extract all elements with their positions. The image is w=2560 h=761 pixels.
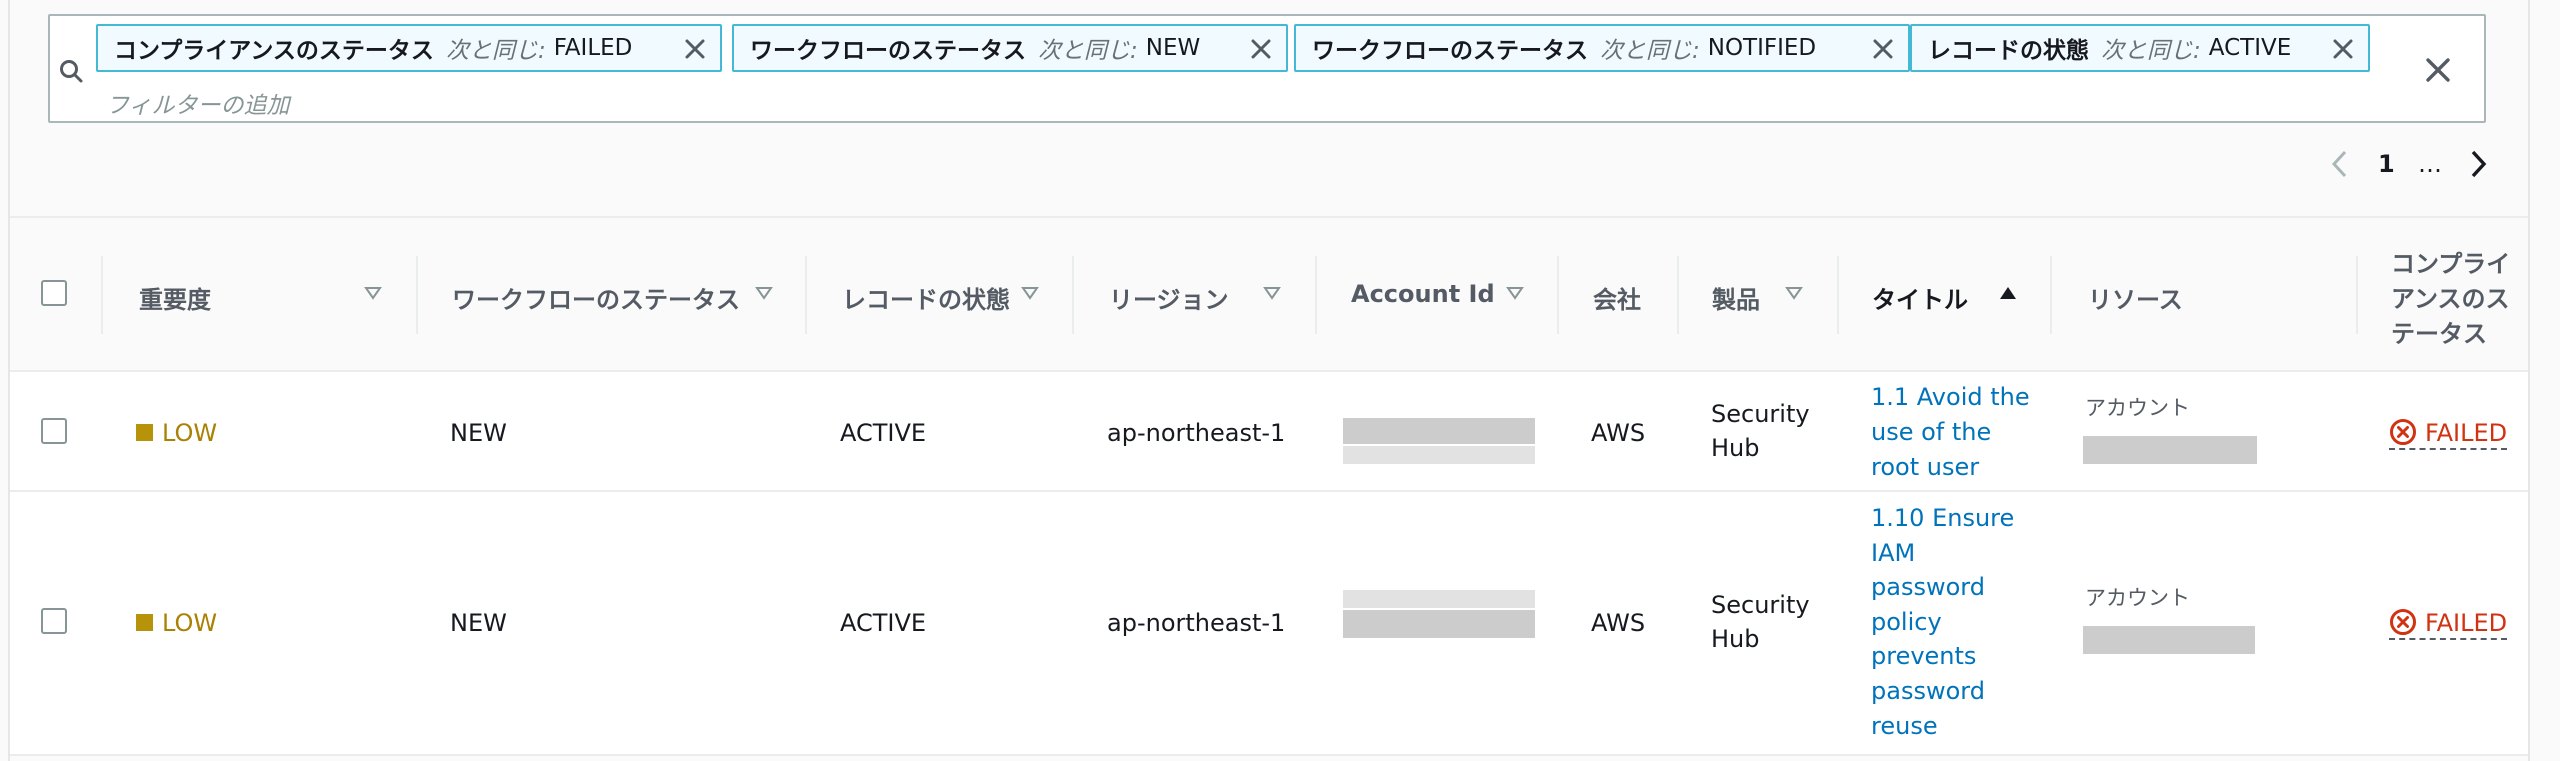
workflow-status: NEW xyxy=(450,609,507,637)
record-state: ACTIVE xyxy=(840,609,927,637)
select-all-checkbox[interactable] xyxy=(41,280,67,306)
column-separator xyxy=(1837,256,1839,334)
account-id-redacted xyxy=(1343,446,1535,464)
column-header-account-id[interactable]: Account Id xyxy=(1351,280,1495,308)
filter-token-value: FAILED xyxy=(553,35,633,61)
column-header-company: 会社 xyxy=(1593,286,1641,314)
remove-filter-icon[interactable] xyxy=(2332,38,2354,60)
resource-type: アカウント xyxy=(2085,586,2190,610)
column-separator xyxy=(1677,256,1679,334)
clear-filters-icon[interactable] xyxy=(2424,56,2452,84)
finding-title-link[interactable]: 1.1 Avoid the use of the root user xyxy=(1871,380,2030,485)
column-separator xyxy=(416,256,418,334)
product: Security Hub xyxy=(1711,400,1810,462)
filter-token-operator: 次と同じ: xyxy=(1600,38,1700,64)
column-header-resource: リソース xyxy=(2088,286,2183,314)
account-id-redacted xyxy=(1343,590,1535,608)
filter-token-workflow-new[interactable]: ワークフローのステータス 次と同じ: NEW xyxy=(732,24,1288,72)
column-header-severity[interactable]: 重要度 xyxy=(139,280,211,315)
account-id-redacted xyxy=(1343,610,1535,638)
filter-token-value: ACTIVE xyxy=(2208,35,2292,61)
column-separator xyxy=(2050,256,2052,334)
remove-filter-icon[interactable] xyxy=(1872,38,1894,60)
right-border xyxy=(2528,0,2530,761)
sort-ascending-icon[interactable] xyxy=(1999,286,2017,300)
column-header-compliance-line3: テータス xyxy=(2391,320,2487,348)
compliance-status[interactable]: FAILED xyxy=(2389,419,2508,450)
remove-filter-icon[interactable] xyxy=(1250,38,1272,60)
row-checkbox[interactable] xyxy=(41,608,67,634)
product: Security Hub xyxy=(1711,591,1810,653)
row-checkbox[interactable] xyxy=(41,418,67,444)
resource-type: アカウント xyxy=(2085,396,2190,420)
column-separator xyxy=(2356,256,2358,334)
filter-token-record-state[interactable]: レコードの状態 次と同じ: ACTIVE xyxy=(1910,24,2370,72)
next-page-icon[interactable] xyxy=(2468,149,2488,179)
column-header-workflow-status[interactable]: ワークフローのステータス xyxy=(452,280,740,315)
column-separator xyxy=(1315,256,1317,334)
sort-caret-icon[interactable] xyxy=(1021,286,1039,300)
filter-token-compliance[interactable]: コンプライアンスのステータス 次と同じ: FAILED xyxy=(96,24,722,72)
search-icon xyxy=(60,60,83,83)
finding-title-link[interactable]: 1.10 Ensure IAM password policy prevents… xyxy=(1871,501,2014,743)
filter-token-property: ワークフローのステータス xyxy=(750,38,1026,64)
severity-low-icon xyxy=(136,614,153,631)
resource-id-redacted xyxy=(2083,436,2257,464)
sort-caret-icon[interactable] xyxy=(1785,286,1803,300)
page-number-current[interactable]: 1 xyxy=(2378,150,2395,178)
filter-token-property: レコードの状態 xyxy=(1928,38,2089,64)
column-header-compliance-line2: アンスのス xyxy=(2391,285,2510,313)
sort-caret-icon[interactable] xyxy=(1506,286,1524,300)
record-state: ACTIVE xyxy=(840,419,927,447)
column-header-record-state[interactable]: レコードの状態 xyxy=(842,280,1010,315)
row-divider xyxy=(10,754,2528,756)
resource-id-redacted xyxy=(2083,626,2255,654)
filter-token-operator: 次と同じ: xyxy=(2101,38,2201,64)
company: AWS xyxy=(1591,419,1646,447)
column-header-title[interactable]: タイトル xyxy=(1872,280,1968,315)
column-separator xyxy=(101,256,103,334)
region: ap-northeast-1 xyxy=(1107,419,1286,447)
company: AWS xyxy=(1591,609,1646,637)
filter-token-operator: 次と同じ: xyxy=(445,38,546,64)
compliance-status[interactable]: FAILED xyxy=(2389,609,2508,640)
previous-page-icon[interactable] xyxy=(2330,149,2350,179)
account-id-redacted xyxy=(1343,418,1535,444)
severity-low-icon xyxy=(136,424,153,441)
column-separator xyxy=(1557,256,1559,334)
severity-label: LOW xyxy=(162,419,218,447)
sort-caret-icon[interactable] xyxy=(364,286,382,300)
filter-token-property: コンプライアンスのステータス xyxy=(114,38,434,64)
sort-caret-icon[interactable] xyxy=(755,286,773,300)
filter-input-placeholder[interactable]: フィルターの追加 xyxy=(106,86,290,120)
column-separator xyxy=(805,256,807,334)
filter-token-property: ワークフローのステータス xyxy=(1312,38,1588,64)
page-ellipsis: … xyxy=(2418,150,2442,178)
column-separator xyxy=(1072,256,1074,334)
filter-token-workflow-notified[interactable]: ワークフローのステータス 次と同じ: NOTIFIED xyxy=(1294,24,1910,72)
filter-token-value: NOTIFIED xyxy=(1707,35,1817,61)
security-hub-findings-page: コンプライアンスのステータス 次と同じ: FAILED ワークフローのステータス… xyxy=(0,0,2560,761)
sort-caret-icon[interactable] xyxy=(1263,286,1281,300)
filter-token-value: NEW xyxy=(1145,35,1201,61)
severity-label: LOW xyxy=(162,609,218,637)
column-header-region[interactable]: リージョン xyxy=(1109,280,1229,315)
region: ap-northeast-1 xyxy=(1107,609,1286,637)
column-header-compliance-line1: コンプライ xyxy=(2391,250,2511,278)
filter-token-operator: 次と同じ: xyxy=(1038,38,1138,64)
workflow-status: NEW xyxy=(450,419,507,447)
remove-filter-icon[interactable] xyxy=(684,38,706,60)
column-header-product[interactable]: 製品 xyxy=(1712,280,1760,315)
